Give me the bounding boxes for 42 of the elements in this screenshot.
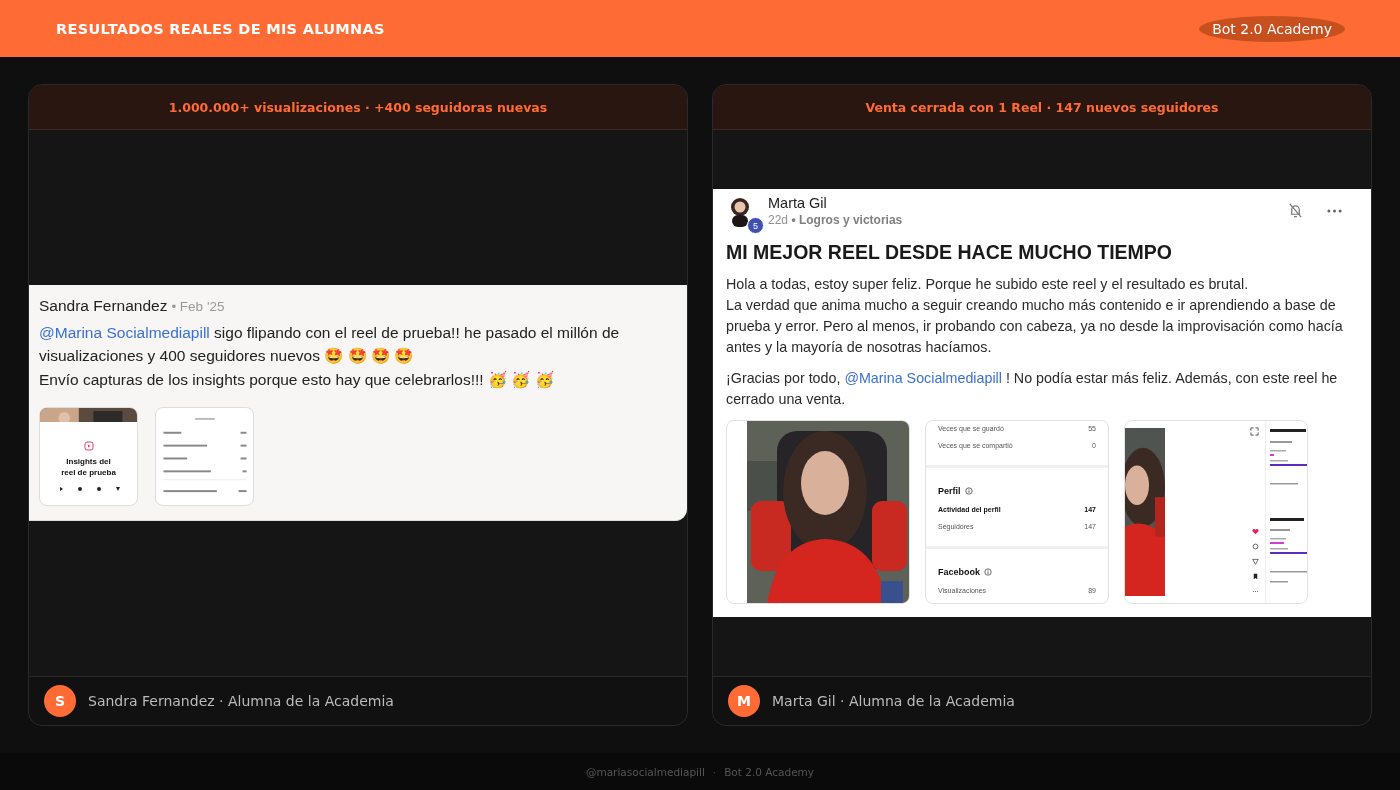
- author-name: Marta Gil: [768, 195, 828, 211]
- share-icon[interactable]: [1252, 558, 1259, 565]
- post-title: MI MEJOR REEL DESDE HACE MUCHO TIEMPO: [726, 241, 1173, 264]
- author-name: Sandra Fernandez: [39, 296, 168, 315]
- post-text: Envío capturas de los insights porque esto hay que celebrarlos!!! 🥳 🥳 🥳: [39, 369, 555, 391]
- screenshot-thumbnail[interactable]: Insights del reel de prueba: [39, 407, 138, 507]
- mention-link[interactable]: @Marina Socialmediapill: [39, 323, 210, 341]
- bookmark-icon[interactable]: [1252, 573, 1259, 580]
- post-text: La verdad que anima mucho a seguir creando mucho más contenido e ir aprendiendo a base de prueba y error. Pero al menos, ir probando con cabeza, ya no desde la improvisación como hacía antes y la mayoría de nosotras hacíamos.: [726, 296, 1344, 357]
- footer-separator: ·: [712, 765, 717, 778]
- bell-off-icon[interactable]: [1288, 202, 1303, 219]
- student-avatar: S: [44, 685, 76, 717]
- post-text: @Marina Socialmediapill sigo flipando con el reel de prueba!! he pasado el millón de visualizaciones y 400 seguidores nuevos 🤩 🤩 🤩 🤩: [39, 322, 621, 367]
- brand-badge: Bot 2.0 Academy: [1199, 15, 1345, 42]
- post-date: • Feb '25: [171, 298, 225, 314]
- page-title: RESULTADOS REALES DE MIS ALUMNAS: [56, 20, 385, 37]
- fullscreen-icon[interactable]: [1250, 427, 1259, 436]
- post-text: Hola a todas, estoy super feliz. Porque he subido este reel y el resultado es brutal.: [726, 275, 1250, 294]
- post-category: • Logros y victorias: [791, 213, 903, 227]
- more-icon[interactable]: [1252, 588, 1259, 595]
- screenshot-thumbnail[interactable]: [1124, 420, 1308, 604]
- heart-icon[interactable]: [1252, 528, 1259, 535]
- reel-icon: [82, 440, 95, 453]
- section-title: Perfil: [938, 486, 961, 496]
- result-headline: Venta cerrada con 1 Reel · 147 nuevos seguidores: [865, 99, 1219, 115]
- footer-handle: @mariasocialmediapill: [585, 765, 705, 778]
- section-title: Facebook: [938, 567, 980, 577]
- comment-icon[interactable]: [1252, 543, 1259, 550]
- student-caption: Marta Gil · Alumna de la Academia: [772, 693, 1015, 709]
- thumbnail-title: Insights del reel de prueba: [60, 456, 117, 479]
- info-icon: [984, 568, 992, 576]
- screenshot-thumbnail[interactable]: [155, 407, 254, 507]
- info-icon: [964, 487, 973, 495]
- footer-brand: Bot 2.0 Academy: [724, 765, 815, 778]
- level-badge: 5: [747, 217, 764, 234]
- more-icon[interactable]: [1327, 209, 1342, 213]
- mention-link[interactable]: @Marina Socialmediapill: [844, 370, 1002, 386]
- result-headline: 1.000.000+ visualizaciones · +400 seguidoras nuevas: [168, 99, 548, 115]
- post-age: 22d: [768, 213, 789, 227]
- student-caption: Sandra Fernandez · Alumna de la Academia: [88, 693, 394, 709]
- student-avatar: M: [728, 685, 760, 717]
- post-text: ¡Gracias por todo, @Marina Socialmediapill ! No podía estar más feliz. Además, con este reel he cerrado una venta.: [726, 369, 1339, 409]
